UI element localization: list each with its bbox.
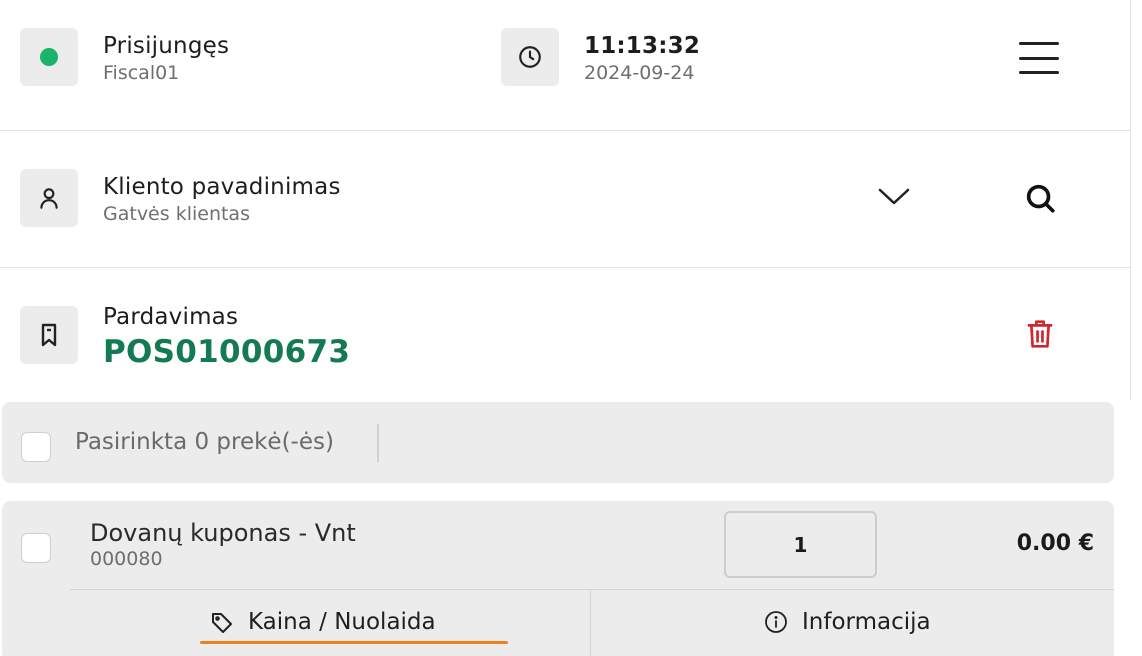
item-checkbox[interactable] — [21, 533, 51, 563]
online-status-dot — [40, 48, 58, 66]
item-divider — [70, 589, 1114, 590]
search-icon[interactable] — [1023, 181, 1057, 219]
user-icon — [20, 169, 78, 227]
item-price: 0.00 € — [1016, 531, 1094, 556]
info-icon — [764, 610, 788, 634]
item-name: Dovanų kuponas - Vnt — [90, 519, 356, 547]
selection-count: Pasirinkta 0 prekė(-ės) — [75, 429, 334, 455]
status-user: Fiscal01 — [103, 62, 180, 84]
information-tab[interactable]: Informacija — [764, 609, 931, 635]
select-all-checkbox[interactable] — [21, 432, 51, 462]
header-divider — [0, 130, 1130, 131]
status-indicator — [20, 28, 78, 86]
active-tab-indicator — [200, 641, 508, 644]
action-separator — [590, 590, 591, 656]
status-title: Prisijungęs — [103, 33, 230, 59]
cart-item: Dovanų kuponas - Vnt 000080 1 0.00 € Kai… — [2, 501, 1114, 656]
price-discount-label: Kaina / Nuolaida — [248, 609, 436, 635]
client-divider — [0, 267, 1130, 268]
selection-bar: Pasirinkta 0 prekė(-ės) — [2, 402, 1114, 483]
current-time: 11:13:32 — [584, 33, 701, 59]
tag-icon — [210, 610, 234, 634]
client-title: Kliento pavadinimas — [103, 174, 341, 200]
scrollbar-track — [1130, 0, 1142, 400]
bookmark-icon — [20, 306, 78, 364]
sale-number: POS01000673 — [103, 334, 351, 370]
hamburger-menu-icon[interactable] — [1019, 42, 1059, 74]
sale-title: Pardavimas — [103, 304, 239, 330]
quantity-input[interactable]: 1 — [724, 511, 877, 578]
item-code: 000080 — [90, 548, 163, 570]
selection-separator — [377, 424, 379, 462]
client-name: Gatvės klientas — [103, 203, 250, 225]
clock-icon — [501, 28, 559, 86]
information-label: Informacija — [802, 609, 931, 635]
chevron-down-icon[interactable] — [877, 183, 911, 213]
trash-icon[interactable] — [1025, 318, 1055, 354]
price-discount-tab[interactable]: Kaina / Nuolaida — [210, 609, 436, 635]
current-date: 2024-09-24 — [584, 62, 695, 84]
